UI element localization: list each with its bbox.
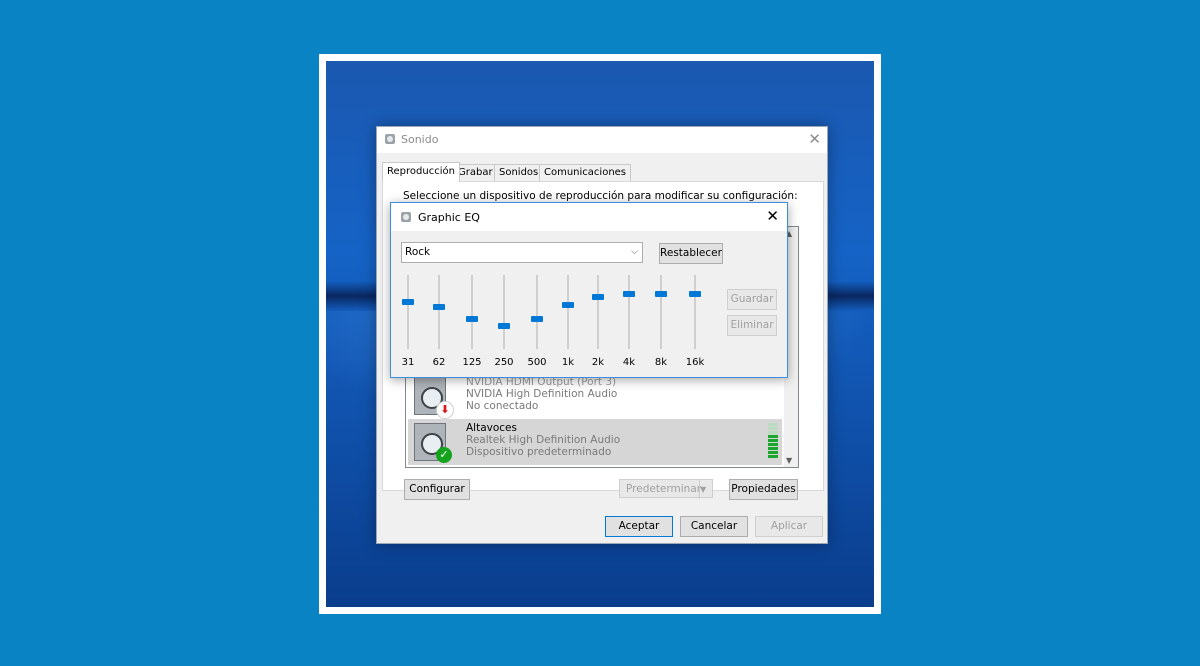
band-label: 8k [654,357,668,368]
slider-track[interactable] [407,275,409,349]
eq-slider-1k[interactable] [553,275,583,351]
eq-slider-500[interactable] [522,275,552,351]
band-label: 2k [591,357,605,368]
band-label: 16k [685,357,705,368]
eq-slider-250[interactable] [489,275,519,351]
band-label: 31 [401,357,415,368]
slider-thumb[interactable] [562,302,574,308]
disconnected-arrow-icon: ⬇ [436,401,454,419]
eq-slider-8k[interactable] [646,275,676,351]
eq-slider-2k[interactable] [583,275,613,351]
cancel-button[interactable]: Cancelar [680,516,748,537]
chevron-down-icon[interactable]: ▼ [699,480,712,499]
band-label: 1k [561,357,575,368]
slider-track[interactable] [694,275,696,349]
sound-window-titlebar[interactable]: Sonido ✕ [377,127,827,153]
band-label: 500 [527,357,547,368]
band-label: 62 [432,357,446,368]
speaker-icon [401,212,411,222]
band-label: 125 [462,357,482,368]
eq-window-title: Graphic EQ [418,211,480,224]
reset-button[interactable]: Restablecer [659,243,723,264]
eq-slider-31[interactable] [393,275,423,351]
preset-select[interactable]: Rock ⌵ [401,242,643,263]
eq-slider-125[interactable] [457,275,487,351]
speaker-icon [385,134,395,144]
eq-slider-4k[interactable] [614,275,644,351]
volume-meter [768,423,778,461]
device-driver: NVIDIA High Definition Audio [466,388,618,400]
instruction-text: Seleccione un dispositivo de reproducció… [403,190,798,202]
slider-thumb[interactable] [498,323,510,329]
chevron-down-icon: ⌵ [631,247,638,257]
set-default-label: Predeterminar [626,483,702,495]
device-driver: Realtek High Definition Audio [466,434,621,446]
slider-thumb[interactable] [592,294,604,300]
slider-track[interactable] [503,275,505,349]
slider-thumb[interactable] [689,291,701,297]
graphic-eq-window: Graphic EQ ✕ Rock ⌵ Restablecer Guardar … [390,202,788,378]
apply-button[interactable]: Aplicar [755,516,823,537]
slider-thumb[interactable] [433,304,445,310]
slider-track[interactable] [567,275,569,349]
eq-window-titlebar[interactable]: Graphic EQ ✕ [391,203,787,231]
device-name: Altavoces [466,422,517,434]
slider-track[interactable] [660,275,662,349]
configure-button[interactable]: Configurar [404,479,470,500]
device-item-altavoces[interactable]: ✓ Altavoces Realtek High Definition Audi… [408,419,782,465]
slider-thumb[interactable] [623,291,635,297]
slider-thumb[interactable] [655,291,667,297]
scroll-down-icon[interactable]: ▼ [786,456,792,465]
close-icon[interactable]: ✕ [766,207,779,225]
delete-button[interactable]: Eliminar [727,315,777,336]
properties-button[interactable]: Propiedades [729,479,798,500]
device-status: Dispositivo predeterminado [466,446,612,458]
slider-track[interactable] [438,275,440,349]
eq-slider-62[interactable] [424,275,454,351]
slider-thumb[interactable] [466,316,478,322]
slider-track[interactable] [471,275,473,349]
slider-track[interactable] [536,275,538,349]
slider-thumb[interactable] [402,299,414,305]
tab-sonidos[interactable]: Sonidos [494,164,544,181]
slider-track[interactable] [597,275,599,349]
save-button[interactable]: Guardar [727,289,777,310]
slider-track[interactable] [628,275,630,349]
tab-comunicaciones[interactable]: Comunicaciones [539,164,632,181]
tab-reproduccion[interactable]: Reproducción [382,162,460,182]
eq-slider-16k[interactable] [680,275,710,351]
preset-value: Rock [405,246,431,258]
band-label: 4k [622,357,636,368]
band-label: 250 [494,357,514,368]
device-item-hdmi[interactable]: ⬇ NVIDIA HDMI Output (Port 3) NVIDIA Hig… [408,373,782,419]
ok-button[interactable]: Aceptar [605,516,673,537]
default-check-icon: ✓ [436,447,452,463]
device-status: No conectado [466,400,539,412]
sound-window-title: Sonido [401,133,439,146]
close-icon[interactable]: ✕ [808,130,821,148]
set-default-button[interactable]: Predeterminar ▼ [619,479,713,499]
slider-thumb[interactable] [531,316,543,322]
